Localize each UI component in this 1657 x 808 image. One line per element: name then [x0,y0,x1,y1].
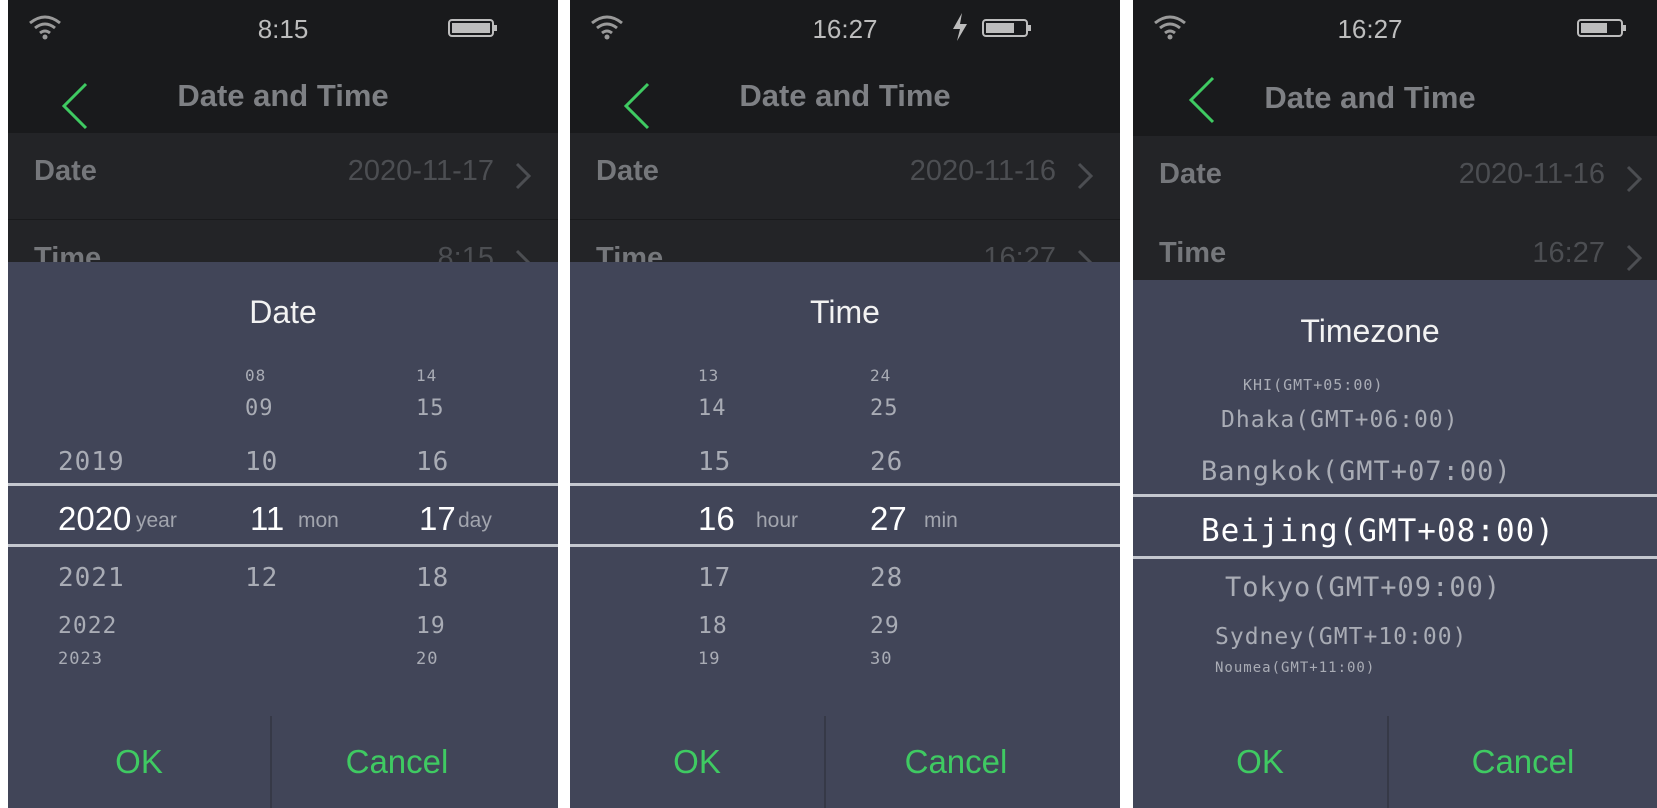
charging-bolt-icon [953,13,967,41]
picker-item[interactable]: 15 [416,396,445,421]
time-value: 16:27 [1532,237,1605,269]
picker-item[interactable]: 2023 [58,649,103,669]
timezone-item[interactable]: KHI(GMT+05:00) [1243,376,1383,394]
dialog-footer: OK Cancel [1133,716,1657,808]
picker-item[interactable]: 2022 [58,613,117,639]
picker-item[interactable]: 14 [698,396,727,421]
picker-item[interactable]: 29 [870,613,900,639]
picker-item[interactable]: 2019 [58,447,125,477]
dialog-footer: OK Cancel [570,716,1120,808]
date-row[interactable]: Date 2020-11-16 [570,133,1120,219]
minute-unit: min [924,509,958,532]
picker-item[interactable]: 26 [870,447,903,477]
timezone-picker-screen: 16:27 Date and Time Date 2020-11-16 Time… [1133,0,1657,808]
picker-item-selected[interactable]: 16 [698,500,735,538]
status-bar: 16:27 [570,0,1120,60]
status-bar: 8:15 [8,0,558,60]
selection-line-top [570,483,1120,486]
status-time: 16:27 [1337,14,1403,44]
picker-item[interactable]: 19 [416,613,446,639]
month-unit: mon [298,509,339,532]
picker-item[interactable]: 24 [870,366,891,385]
picker-item[interactable]: 08 [245,366,266,385]
ok-button[interactable]: OK [8,716,270,808]
chevron-right-icon [515,162,532,190]
selection-line-bottom [1133,556,1657,559]
battery-icon [1577,19,1626,37]
timezone-dialog: Timezone KHI(GMT+05:00) Dhaka(GMT+06:00)… [1133,280,1657,808]
selection-line-bottom [570,544,1120,547]
picker-item-selected[interactable]: 27 [870,500,907,538]
picker-item-selected[interactable]: 11 [250,500,284,538]
page-title: Date and Time [739,78,951,113]
date-label: Date [1159,158,1222,190]
picker-item[interactable]: 14 [416,366,437,385]
chevron-right-icon [1626,244,1643,272]
hour-unit: hour [756,509,799,532]
status-bar: 16:27 [1133,0,1657,60]
chevron-right-icon [1077,162,1094,190]
selection-line-bottom [8,544,558,547]
header: Date and Time [1133,60,1657,140]
selection-line-top [1133,494,1657,497]
header: Date and Time [570,60,1120,140]
cancel-button[interactable]: Cancel [826,716,1086,808]
cancel-button[interactable]: Cancel [1389,716,1657,808]
year-unit: year [136,509,177,532]
picker-item[interactable]: 30 [870,649,892,669]
date-picker-screen: 8:15 Date and Time Date 2020-11-17 Time … [8,0,558,808]
picker-item[interactable]: 19 [698,649,720,669]
selection-line-top [8,483,558,486]
picker-item-selected[interactable]: 2020 [58,500,131,538]
date-dialog: Date 2019 2020 year 2021 2022 2023 08 09… [8,262,558,808]
cancel-button[interactable]: Cancel [272,716,522,808]
page-title: Date and Time [177,78,389,113]
battery-icon [448,19,497,37]
picker-item[interactable]: 18 [698,613,728,639]
timezone-item-selected[interactable]: Beijing(GMT+08:00) [1201,513,1555,549]
date-label: Date [34,155,97,187]
date-row[interactable]: Date 2020-11-16 [1133,136,1657,222]
status-time: 16:27 [812,14,878,44]
picker-item[interactable]: 12 [245,563,278,593]
dialog-footer: OK Cancel [8,716,558,808]
picker-item-selected[interactable]: 17 [419,500,456,538]
date-value: 2020-11-16 [909,155,1056,187]
timezone-item[interactable]: Dhaka(GMT+06:00) [1221,407,1459,433]
date-label: Date [596,155,659,187]
picker-item[interactable]: 20 [416,649,438,669]
time-dialog: Time 13 14 15 16 hour 17 18 19 24 25 26 … [570,262,1120,808]
picker-item[interactable]: 16 [416,447,449,477]
picker-item[interactable]: 18 [416,563,449,593]
ok-button[interactable]: OK [570,716,824,808]
dialog-title: Time [810,294,880,330]
battery-icon [982,19,1031,37]
picker-item[interactable]: 2021 [58,563,125,593]
dialog-title: Date [249,294,317,330]
picker-item[interactable]: 17 [698,563,731,593]
date-value: 2020-11-16 [1458,158,1605,190]
timezone-item[interactable]: Noumea(GMT+11:00) [1215,660,1375,676]
picker-item[interactable]: 09 [245,396,274,421]
chevron-right-icon [1626,165,1643,193]
picker-item[interactable]: 28 [870,563,903,593]
timezone-item[interactable]: Sydney(GMT+10:00) [1215,624,1467,650]
picker-item[interactable]: 15 [698,447,731,477]
page-title: Date and Time [1264,80,1476,115]
day-unit: day [458,509,492,532]
time-label: Time [1159,237,1227,269]
timezone-item[interactable]: Bangkok(GMT+07:00) [1201,456,1512,487]
ok-button[interactable]: OK [1133,716,1387,808]
date-value: 2020-11-17 [347,155,494,187]
timezone-item[interactable]: Tokyo(GMT+09:00) [1225,572,1501,603]
picker-item[interactable]: 25 [870,396,899,421]
picker-item[interactable]: 10 [245,447,278,477]
dialog-title: Timezone [1300,313,1440,349]
header: Date and Time [8,60,558,140]
time-picker-screen: 16:27 Date and Time Date 2020-11-16 Time… [570,0,1120,808]
date-row[interactable]: Date 2020-11-17 [8,133,558,219]
picker-item[interactable]: 13 [698,366,719,385]
